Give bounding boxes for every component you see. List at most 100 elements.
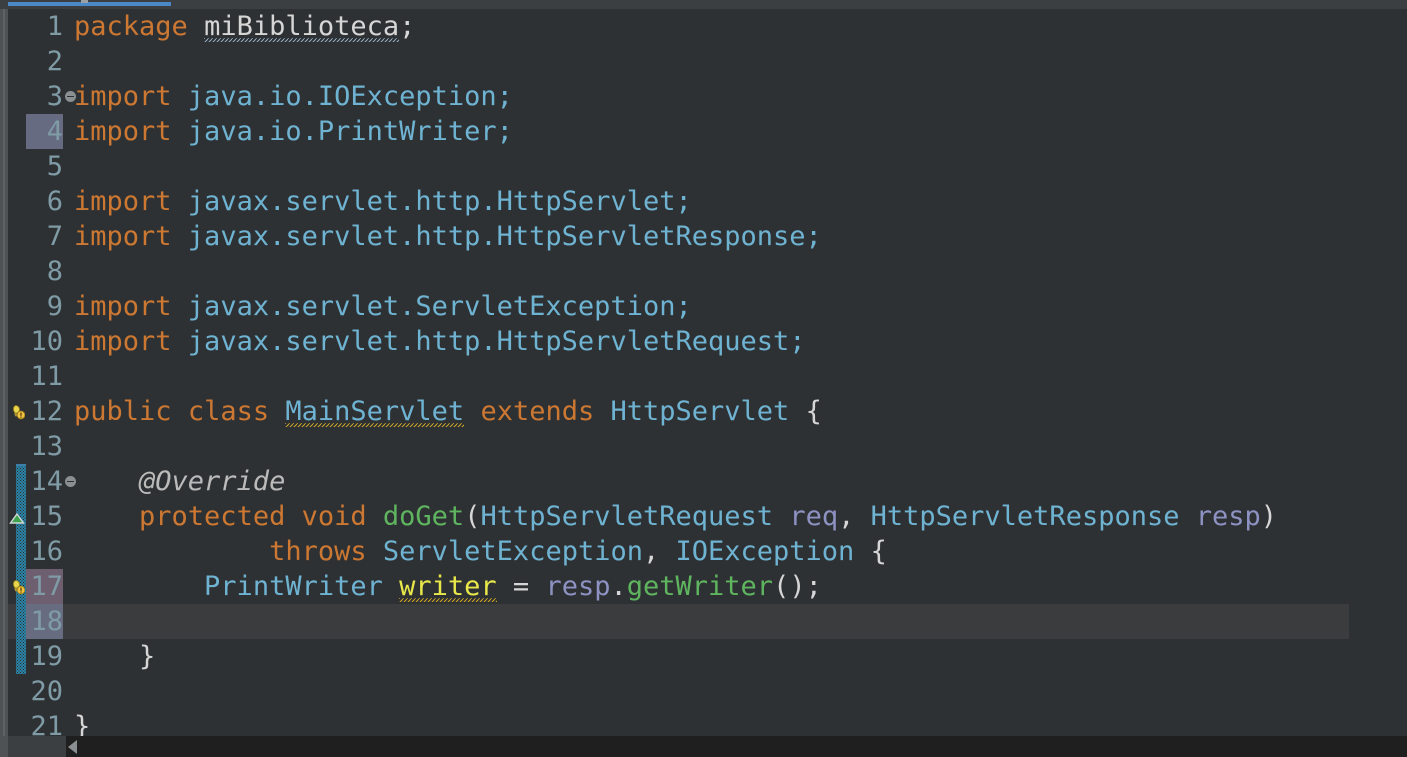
code-token: PrintWriter (204, 571, 383, 602)
code-token: import (74, 81, 172, 112)
line-number[interactable]: 4 (26, 114, 63, 149)
code-line[interactable]: } (74, 709, 90, 736)
code-line[interactable]: throws ServletException, IOException { (74, 534, 887, 569)
code-editor[interactable]: 1 2 3 4 5 6 7 8 9 10 11 12 13 14 15 16 17 18 19 20 21 packag… (8, 9, 1407, 742)
line-number[interactable]: 8 (26, 254, 63, 289)
line-number[interactable]: 1 (26, 9, 63, 44)
code-line[interactable]: import javax.servlet.ServletException; (74, 289, 692, 324)
line-number[interactable]: 7 (26, 219, 63, 254)
lightbulb-warning-icon[interactable] (10, 579, 26, 595)
code-token: { (789, 396, 822, 427)
line-number[interactable]: 11 (26, 359, 63, 394)
code-token: } (74, 711, 91, 736)
code-line[interactable]: } (74, 639, 155, 674)
code-line[interactable] (74, 429, 90, 464)
code-line[interactable] (74, 359, 90, 394)
code-token: javax.servlet.http.HttpServletRequest; (171, 326, 806, 357)
line-number[interactable]: 14 (26, 464, 63, 499)
code-token: IOException (675, 536, 855, 567)
code-token: resp (1195, 501, 1261, 532)
horizontal-scrollbar[interactable] (66, 736, 1407, 757)
code-token: HttpServletResponse (870, 501, 1180, 532)
code-token: package (74, 11, 188, 42)
code-token: HttpServletRequest (480, 501, 774, 532)
line-number[interactable]: 20 (26, 674, 63, 709)
line-number[interactable]: 9 (26, 289, 63, 324)
code-line[interactable]: @Override (74, 464, 285, 499)
line-number[interactable]: 5 (26, 149, 63, 184)
code-line[interactable] (74, 604, 90, 639)
code-token: import (74, 186, 172, 217)
code-fold-gutter[interactable] (65, 9, 76, 736)
code-token: ( (464, 501, 481, 532)
code-token: { (854, 536, 887, 567)
scroll-left-arrow-icon[interactable] (68, 740, 77, 754)
code-line[interactable]: import javax.servlet.http.HttpServletRes… (74, 219, 822, 254)
editor-tab-strip (0, 0, 1407, 9)
line-number-gutter[interactable]: 1 2 3 4 5 6 7 8 9 10 11 12 13 14 15 16 17 18 19 20 21 (26, 9, 65, 742)
code-token: = (496, 571, 546, 602)
override-method-icon[interactable] (9, 511, 25, 525)
line-number[interactable]: 19 (26, 639, 63, 674)
line-number[interactable]: 18 (26, 604, 63, 639)
code-token: class (187, 396, 270, 427)
code-token: import (74, 326, 172, 357)
code-line[interactable]: PrintWriter writer = resp.getWriter(); (74, 569, 822, 604)
code-token: java.io.IOException; (171, 81, 513, 112)
bottom-left-edge (0, 736, 8, 757)
code-token: doGet (382, 501, 465, 532)
code-token: ; (399, 11, 416, 42)
code-line[interactable] (74, 254, 90, 289)
line-number[interactable]: 17 (26, 569, 63, 604)
code-line[interactable]: import javax.servlet.http.HttpServlet; (74, 184, 692, 219)
lightbulb-warning-icon[interactable] (10, 404, 26, 420)
code-line[interactable] (74, 149, 90, 184)
code-token: @Override (74, 466, 286, 497)
code-token: extends (480, 396, 595, 427)
code-token: resp (545, 571, 611, 602)
editor-window: 1 2 3 4 5 6 7 8 9 10 11 12 13 14 15 16 17 18 19 20 21 packag… (0, 0, 1407, 757)
left-panel-edge-highlight (3, 9, 5, 757)
code-token: void (301, 501, 367, 532)
code-token: ServletException (382, 536, 643, 567)
bottom-gutter-strip (0, 736, 66, 757)
code-line[interactable]: protected void doGet(HttpServletRequest … (74, 499, 1277, 534)
code-token: (); (773, 571, 822, 602)
code-token: javax.servlet.http.HttpServletResponse; (171, 221, 822, 252)
line-number[interactable]: 6 (26, 184, 63, 219)
line-number[interactable]: 16 (26, 534, 63, 569)
code-line[interactable]: public class MainServlet extends HttpSer… (74, 394, 822, 429)
gutter-icon-column[interactable] (8, 9, 26, 736)
code-line[interactable]: import java.io.PrintWriter; (74, 114, 513, 149)
code-token: protected (139, 501, 286, 532)
active-tab-underline[interactable] (8, 2, 171, 6)
line-number[interactable]: 10 (26, 324, 63, 359)
code-line[interactable] (74, 44, 90, 79)
line-number[interactable]: 2 (26, 44, 63, 79)
code-line[interactable] (74, 674, 90, 709)
code-token: , (642, 536, 676, 567)
code-token: throws (269, 536, 367, 567)
line-number[interactable]: 3 (26, 79, 63, 114)
code-line[interactable]: import java.io.IOException; (74, 79, 513, 114)
code-token-underlined: writer (399, 571, 497, 602)
code-line[interactable]: package miBiblioteca; (74, 9, 415, 44)
code-line[interactable]: import javax.servlet.http.HttpServletReq… (74, 324, 806, 359)
code-text-area[interactable]: package miBiblioteca; import java.io.IOE… (74, 9, 1407, 736)
line-number[interactable]: 15 (26, 499, 63, 534)
line-number[interactable]: 13 (26, 429, 63, 464)
line-number[interactable]: 12 (26, 394, 63, 429)
